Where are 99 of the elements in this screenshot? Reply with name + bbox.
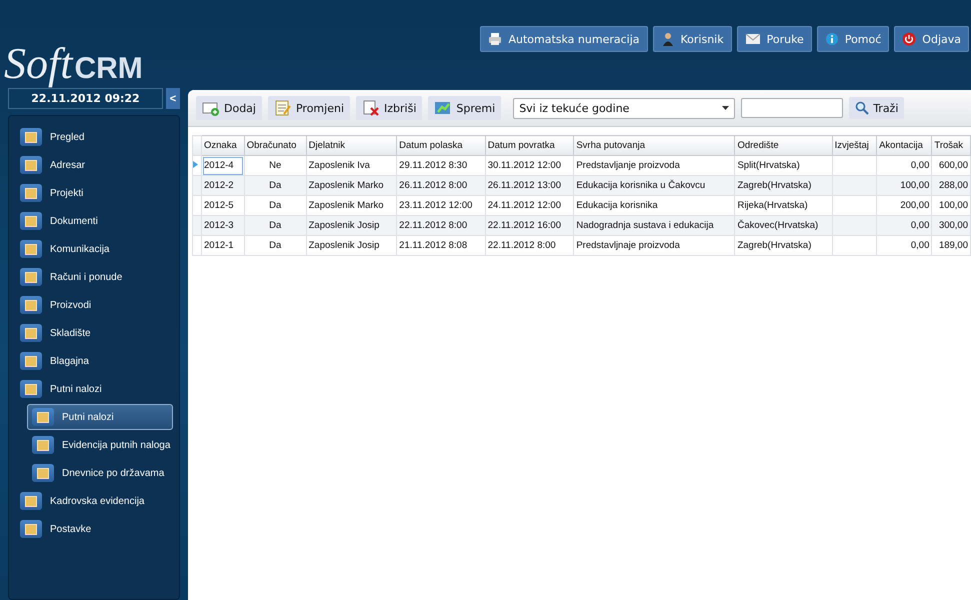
header-button[interactable]: Odjava: [894, 26, 969, 52]
table-cell: Da: [244, 236, 306, 256]
sidebar-item[interactable]: Proizvodi: [15, 292, 173, 318]
save-icon: [434, 100, 452, 116]
table-cell: 2012-4: [202, 156, 244, 176]
table-cell: Zagreb(Hrvatska): [734, 236, 832, 256]
table-cell: Zagreb(Hrvatska): [734, 176, 832, 196]
sidebar-item[interactable]: Dokumenti: [15, 208, 173, 234]
menu-tile-icon: [20, 380, 42, 398]
search-icon: [855, 101, 870, 115]
table-cell: Zaposlenik Marko: [306, 176, 397, 196]
header-button[interactable]: Pomoć: [816, 26, 890, 52]
toolbar-button[interactable]: Izbriši: [356, 96, 422, 120]
table-cell: Nadogradnja sustava i edukacija: [574, 216, 735, 236]
table-cell: 0,00: [876, 236, 932, 256]
sidebar-item[interactable]: Skladište: [15, 320, 173, 346]
current-row-icon: [193, 161, 198, 168]
sidebar-item[interactable]: Blagajna: [15, 348, 173, 374]
sidebar-item[interactable]: Komunikacija: [15, 236, 173, 262]
filter-dropdown[interactable]: Svi iz tekuće godine: [513, 98, 736, 118]
sidebar-item[interactable]: Putni nalozi: [15, 376, 173, 402]
toolbar-button[interactable]: Promjeni: [268, 96, 350, 120]
printer-icon: [488, 32, 502, 46]
sidebar-item[interactable]: Pregled: [15, 124, 173, 150]
table-cell: [832, 236, 877, 256]
header-button[interactable]: Automatska numeracija: [480, 26, 648, 52]
column-header[interactable]: Svrha putovanja: [574, 136, 735, 156]
date-time: 22.11.2012 09:22: [8, 88, 163, 109]
toolbar-button[interactable]: Spremi: [428, 96, 502, 120]
table-cell: Zaposlenik Josip: [306, 236, 397, 256]
column-header[interactable]: Datum polaska: [396, 136, 486, 156]
column-header[interactable]: Datum povratka: [485, 136, 574, 156]
table-cell: 26.11.2012 8:00: [396, 176, 486, 196]
table-cell: 2012-2: [202, 176, 244, 196]
menu-tile-icon: [20, 156, 42, 174]
collapse-button[interactable]: <: [166, 88, 180, 109]
table-cell: 26.11.2012 13:00: [485, 176, 574, 196]
add-icon: [202, 100, 220, 116]
sidebar-item[interactable]: Računi i ponude: [15, 264, 173, 290]
menu-tile-icon: [20, 324, 42, 342]
table-cell: 2012-1: [202, 236, 244, 256]
column-header[interactable]: Oznaka: [202, 136, 244, 156]
sidebar-item[interactable]: Evidencija putnih naloga: [27, 432, 173, 458]
toolbar-button[interactable]: Dodaj: [196, 96, 262, 120]
table-cell: 22.11.2012 16:00: [485, 216, 574, 236]
column-header[interactable]: Odredište: [734, 136, 832, 156]
table-cell: 22.11.2012 8:00: [485, 236, 574, 256]
table-cell: [832, 176, 877, 196]
table-cell: 21.11.2012 8:08: [396, 236, 486, 256]
delete-icon: [362, 100, 380, 116]
table-cell: Da: [244, 176, 306, 196]
table-cell: Da: [244, 216, 306, 236]
edit-icon: [274, 100, 292, 116]
table-cell: Čakovec(Hrvatska): [734, 216, 832, 236]
menu-tile-icon: [20, 212, 42, 230]
menu-tile-icon: [32, 408, 54, 426]
table-cell: 22.11.2012 8:00: [396, 216, 486, 236]
table-cell: 300,00: [932, 216, 970, 236]
header-button[interactable]: Poruke: [736, 26, 812, 52]
logo-text: CRM: [74, 52, 143, 86]
table-cell: 2012-3: [202, 216, 244, 236]
table-cell: 100,00: [876, 176, 932, 196]
table-cell: 0,00: [876, 216, 932, 236]
menu-tile-icon: [20, 240, 42, 258]
menu-tile-icon: [20, 128, 42, 146]
table-cell: Edukacija korisnika u Čakovcu: [574, 176, 735, 196]
table-cell: Zaposlenik Josip: [306, 216, 397, 236]
menu-tile-icon: [20, 184, 42, 202]
sidebar-item[interactable]: Kadrovska evidencija: [15, 488, 173, 514]
column-header[interactable]: Obračunato: [244, 136, 306, 156]
menu-tile-icon: [20, 268, 42, 286]
sidebar-item[interactable]: Projekti: [15, 180, 173, 206]
column-header[interactable]: Djelatnik: [306, 136, 397, 156]
menu-tile-icon: [32, 464, 54, 482]
table-cell: 288,00: [932, 176, 970, 196]
column-header[interactable]: Trošak: [932, 136, 970, 156]
info-icon: [824, 32, 839, 46]
user-icon: [660, 32, 674, 46]
sidebar-item[interactable]: Postavke: [15, 516, 173, 542]
search-button[interactable]: Traži: [849, 97, 904, 119]
menu-tile-icon: [32, 436, 54, 454]
table-cell: Predstavljnaje proizvoda: [574, 236, 735, 256]
menu-tile-icon: [20, 296, 42, 314]
logo-text: Soft: [4, 38, 72, 89]
column-header[interactable]: Izvještaj: [832, 136, 877, 156]
table-cell: [832, 216, 877, 236]
table-cell: 189,00: [932, 236, 970, 256]
menu-tile-icon: [20, 352, 42, 370]
sidebar-item[interactable]: Dnevnice po državama: [27, 460, 173, 486]
envelope-icon: [744, 32, 761, 46]
column-header[interactable]: Akontacija: [876, 136, 932, 156]
header-button[interactable]: Korisnik: [652, 26, 732, 52]
power-icon: [902, 32, 916, 46]
sidebar-item[interactable]: Adresar: [15, 152, 173, 178]
dropdown-caret-icon: [722, 106, 730, 110]
sidebar-item[interactable]: Putni nalozi: [27, 404, 173, 430]
menu-tile-icon: [20, 492, 42, 510]
menu-tile-icon: [20, 520, 42, 538]
search-field[interactable]: [741, 98, 844, 118]
